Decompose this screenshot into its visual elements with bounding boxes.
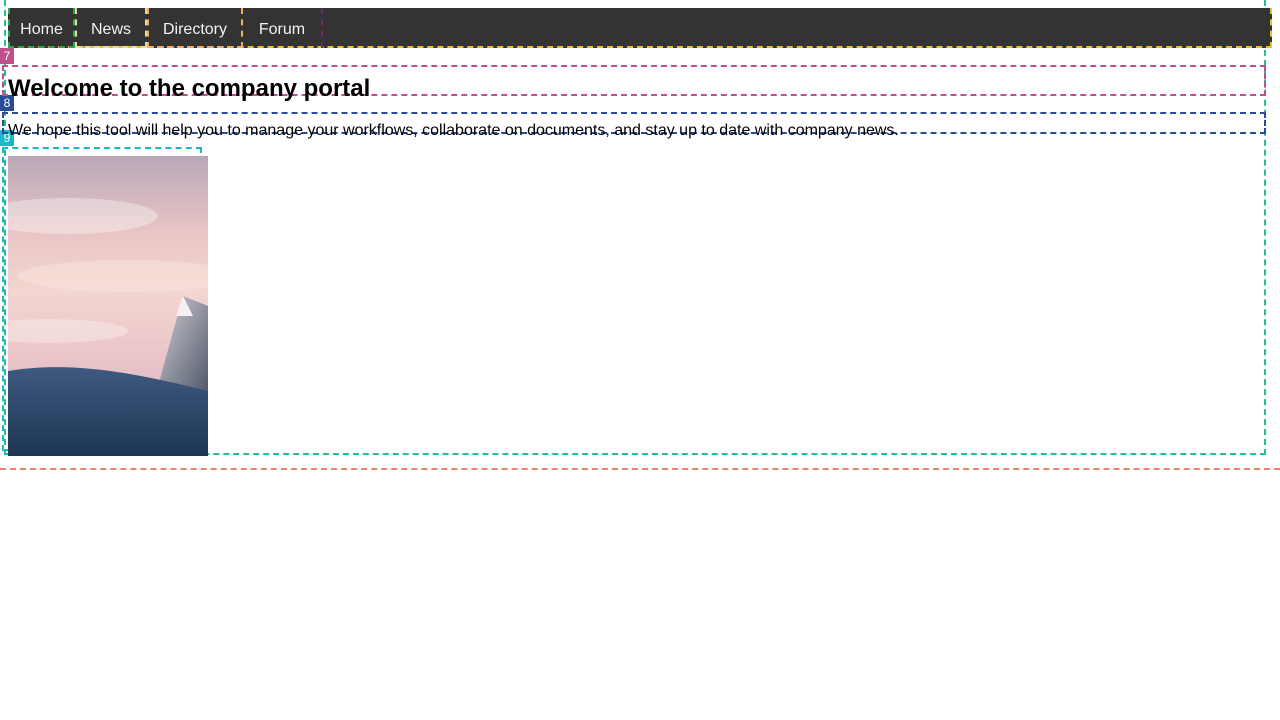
nav-link-home[interactable]: Home bbox=[8, 8, 75, 48]
nav-link-news[interactable]: News bbox=[75, 8, 147, 48]
nav-link-forum[interactable]: Forum bbox=[243, 8, 323, 48]
page-title: Welcome to the company portal bbox=[8, 75, 371, 102]
element-index-badge: 7 bbox=[0, 48, 14, 64]
top-navbar: Home News Directory Forum bbox=[8, 8, 1272, 48]
nav-link-directory[interactable]: Directory bbox=[147, 8, 243, 48]
mountain-photo bbox=[8, 156, 208, 456]
intro-paragraph: We hope this tool will help you to manag… bbox=[8, 122, 899, 139]
